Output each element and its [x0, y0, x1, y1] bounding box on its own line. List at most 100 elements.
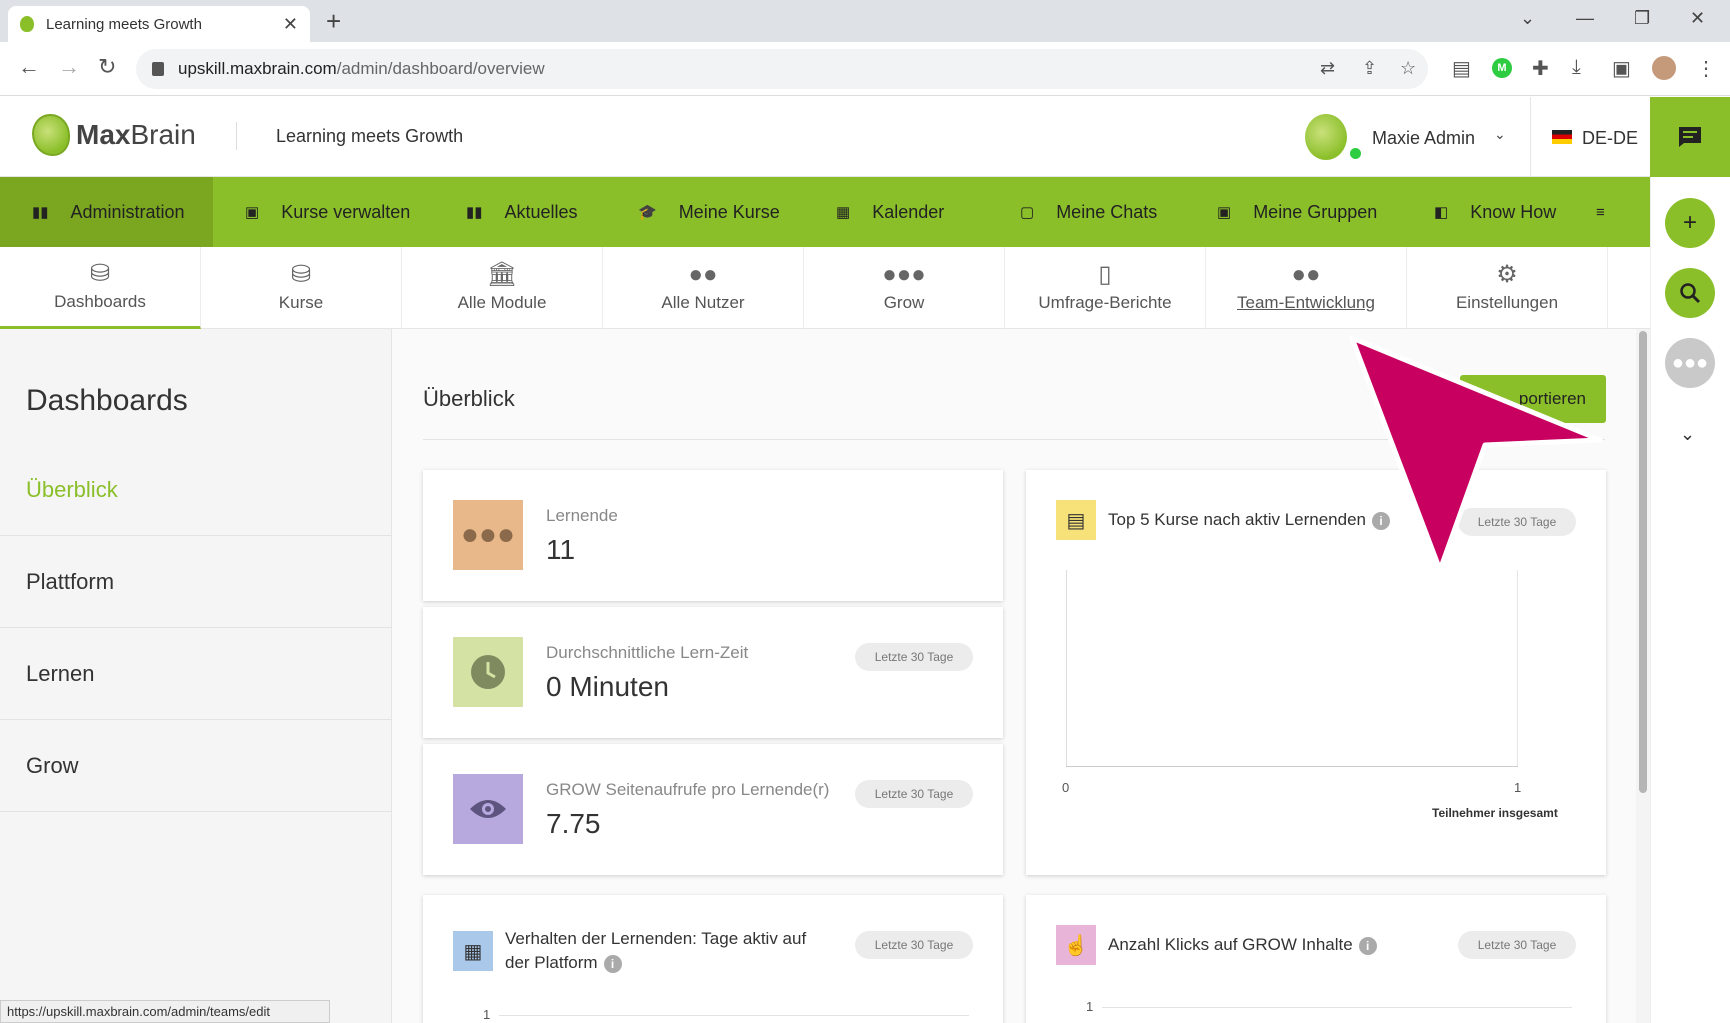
german-flag-icon[interactable] [1552, 130, 1572, 144]
sidebar-item-lernen[interactable]: Lernen [0, 628, 392, 720]
back-icon[interactable]: ← [18, 56, 40, 78]
nav-meine-chats[interactable]: ▢ Meine Chats [988, 177, 1185, 247]
grow-icon: ●●● [882, 261, 926, 288]
site-title: Learning meets Growth [276, 126, 464, 146]
user-name[interactable]: Maxie Admin [1372, 128, 1475, 149]
sidebar-item-ueberblick[interactable]: Überblick [0, 444, 392, 536]
nav-collapse[interactable]: ≡ [1580, 177, 1640, 247]
profile-avatar[interactable] [1652, 56, 1676, 80]
touch-icon: ☝ [1056, 925, 1096, 965]
search-button[interactable] [1665, 268, 1715, 318]
eye-svg [470, 800, 506, 818]
nav-administration[interactable]: ▮▮ Administration [0, 177, 213, 247]
chart-title: Verhalten der Lernenden: Tage aktiv auf … [505, 927, 825, 975]
nav-label: Meine Kurse [678, 201, 780, 222]
close-window-icon[interactable]: ✕ [1690, 8, 1705, 29]
graduation-cap-icon: 🎓 [638, 204, 657, 221]
search-icon [1680, 283, 1701, 304]
new-tab-icon[interactable]: + [326, 8, 341, 34]
download-icon[interactable]: ⤓ [1572, 56, 1581, 79]
community-button[interactable]: ●●● [1665, 338, 1715, 388]
minimize-icon[interactable]: — [1576, 8, 1594, 29]
reload-icon[interactable]: ↻ [98, 56, 116, 78]
tab-alle-module[interactable]: 🏛 Alle Module [402, 247, 603, 329]
language-selector[interactable]: DE-DE [1582, 128, 1638, 149]
tab-label: Einstellungen [1455, 293, 1559, 312]
page-title: Überblick [423, 386, 515, 411]
share-icon[interactable]: ⇪ [1362, 58, 1377, 79]
chat-button[interactable] [1650, 97, 1730, 177]
info-icon[interactable]: i [603, 954, 622, 973]
nav-label: Meine Gruppen [1253, 201, 1378, 222]
nav-kurse-verwalten[interactable]: ▣ Kurse verwalten [213, 177, 434, 247]
kpi-card-grow-seitenaufrufe: GROW Seitenaufrufe pro Lernende(r) 7.75 … [423, 744, 1003, 875]
tab-alle-nutzer[interactable]: ●● Alle Nutzer [603, 247, 804, 329]
nav-meine-kurse[interactable]: 🎓 Meine Kurse [606, 177, 804, 247]
tab-label: Alle Module [457, 293, 547, 312]
tab-grow[interactable]: ●●● Grow [804, 247, 1005, 329]
chart-title-text: Anzahl Klicks auf GROW Inhalte [1108, 935, 1353, 954]
tab-label: Alle Nutzer [661, 293, 745, 312]
modules-icon: 🏛 [486, 261, 518, 288]
add-button[interactable]: + [1665, 198, 1715, 248]
chart-gridline [1102, 1007, 1572, 1008]
chevron-down-icon[interactable]: ⌄ [1494, 126, 1506, 143]
lock-icon [152, 62, 164, 76]
tab-label: Grow [883, 293, 925, 312]
chart-card-klicks: ☝ Anzahl Klicks auf GROW Inhalte i Letzte… [1026, 895, 1606, 1023]
tab-umfrage-berichte[interactable]: ▯ Umfrage-Berichte [1005, 247, 1206, 329]
clock-svg [471, 655, 505, 689]
nav-know-how[interactable]: ◧ Know How [1402, 177, 1580, 247]
logo[interactable]: MaxBrain [32, 114, 196, 156]
sidebar-item-label: Plattform [26, 568, 115, 594]
nav-label: Know How [1470, 201, 1557, 222]
presentation-icon: ▤ [1056, 500, 1096, 540]
nav-label: Meine Chats [1056, 201, 1158, 222]
star-icon[interactable]: ☆ [1400, 58, 1416, 79]
browser-tab[interactable]: Learning meets Growth ✕ [8, 6, 310, 42]
side-panel-icon[interactable]: ▣ [1612, 56, 1631, 81]
tab-dashboards[interactable]: ⛁ Dashboards [0, 247, 201, 329]
message-icon [1679, 127, 1701, 147]
kpi-label: GROW Seitenaufrufe pro Lernende(r) [546, 780, 830, 799]
tab-label: Kurse [278, 293, 324, 312]
menu-kebab-icon[interactable]: ⋮ [1696, 56, 1716, 81]
tab-einstellungen[interactable]: ⚙ Einstellungen [1407, 247, 1608, 329]
user-avatar[interactable] [1305, 114, 1347, 160]
x-axis-label: Teilnehmer insgesamt [1432, 806, 1558, 820]
extension-stack-icon[interactable]: ▤ [1452, 56, 1471, 81]
tab-kurse[interactable]: ⛁ Kurse [201, 247, 402, 329]
nav-aktuelles[interactable]: ▮▮ Aktuelles [434, 177, 606, 247]
period-pill: Letzte 30 Tage [855, 780, 973, 808]
nav-meine-gruppen[interactable]: ▣ Meine Gruppen [1185, 177, 1402, 247]
tab-label: Umfrage-Berichte [1038, 293, 1172, 312]
tab-team-entwicklung[interactable]: ●● Team-Entwicklung [1206, 247, 1407, 329]
sidebar-item-grow[interactable]: Grow [0, 720, 392, 812]
scrollbar-thumb[interactable] [1639, 331, 1647, 793]
tab-search-icon[interactable]: ⌄ [1520, 8, 1535, 29]
chart-gridline [499, 1015, 969, 1016]
url-bar[interactable]: upskill.maxbrain.com/admin/dashboard/ove… [136, 49, 1428, 89]
dashboard-icon: ⛁ [89, 259, 111, 287]
book-icon: ◧ [1434, 204, 1449, 221]
url-path: /admin/dashboard/overview [336, 59, 545, 78]
pointer-arrow-icon [1349, 335, 1603, 573]
chart-card-verhalten: ▦ Verhalten der Lernenden: Tage aktiv au… [423, 895, 1003, 1023]
x-tick-min: 0 [1062, 780, 1070, 795]
link-status-bar: https://upskill.maxbrain.com/admin/teams… [0, 1000, 330, 1023]
nav-label: Kalender [872, 201, 945, 222]
translate-icon[interactable]: ⇄ [1320, 58, 1335, 79]
tab-label: Dashboards [54, 291, 146, 311]
forward-icon[interactable]: → [58, 56, 80, 78]
logo-bold: Max [76, 119, 131, 150]
maximize-icon[interactable]: ❐ [1634, 8, 1650, 29]
info-icon[interactable]: i [1358, 936, 1377, 955]
nav-kalender[interactable]: ▦ Kalender [804, 177, 988, 247]
calendar-icon: ▦ [836, 204, 851, 221]
maxbrain-extension-icon[interactable]: M [1492, 58, 1512, 78]
chevron-down-icon[interactable]: ⌄ [1680, 424, 1695, 445]
close-tab-icon[interactable]: ✕ [283, 14, 298, 35]
favicon-icon [20, 16, 34, 32]
puzzle-icon[interactable]: ✚ [1532, 56, 1549, 81]
sidebar-item-plattform[interactable]: Plattform [0, 536, 392, 628]
